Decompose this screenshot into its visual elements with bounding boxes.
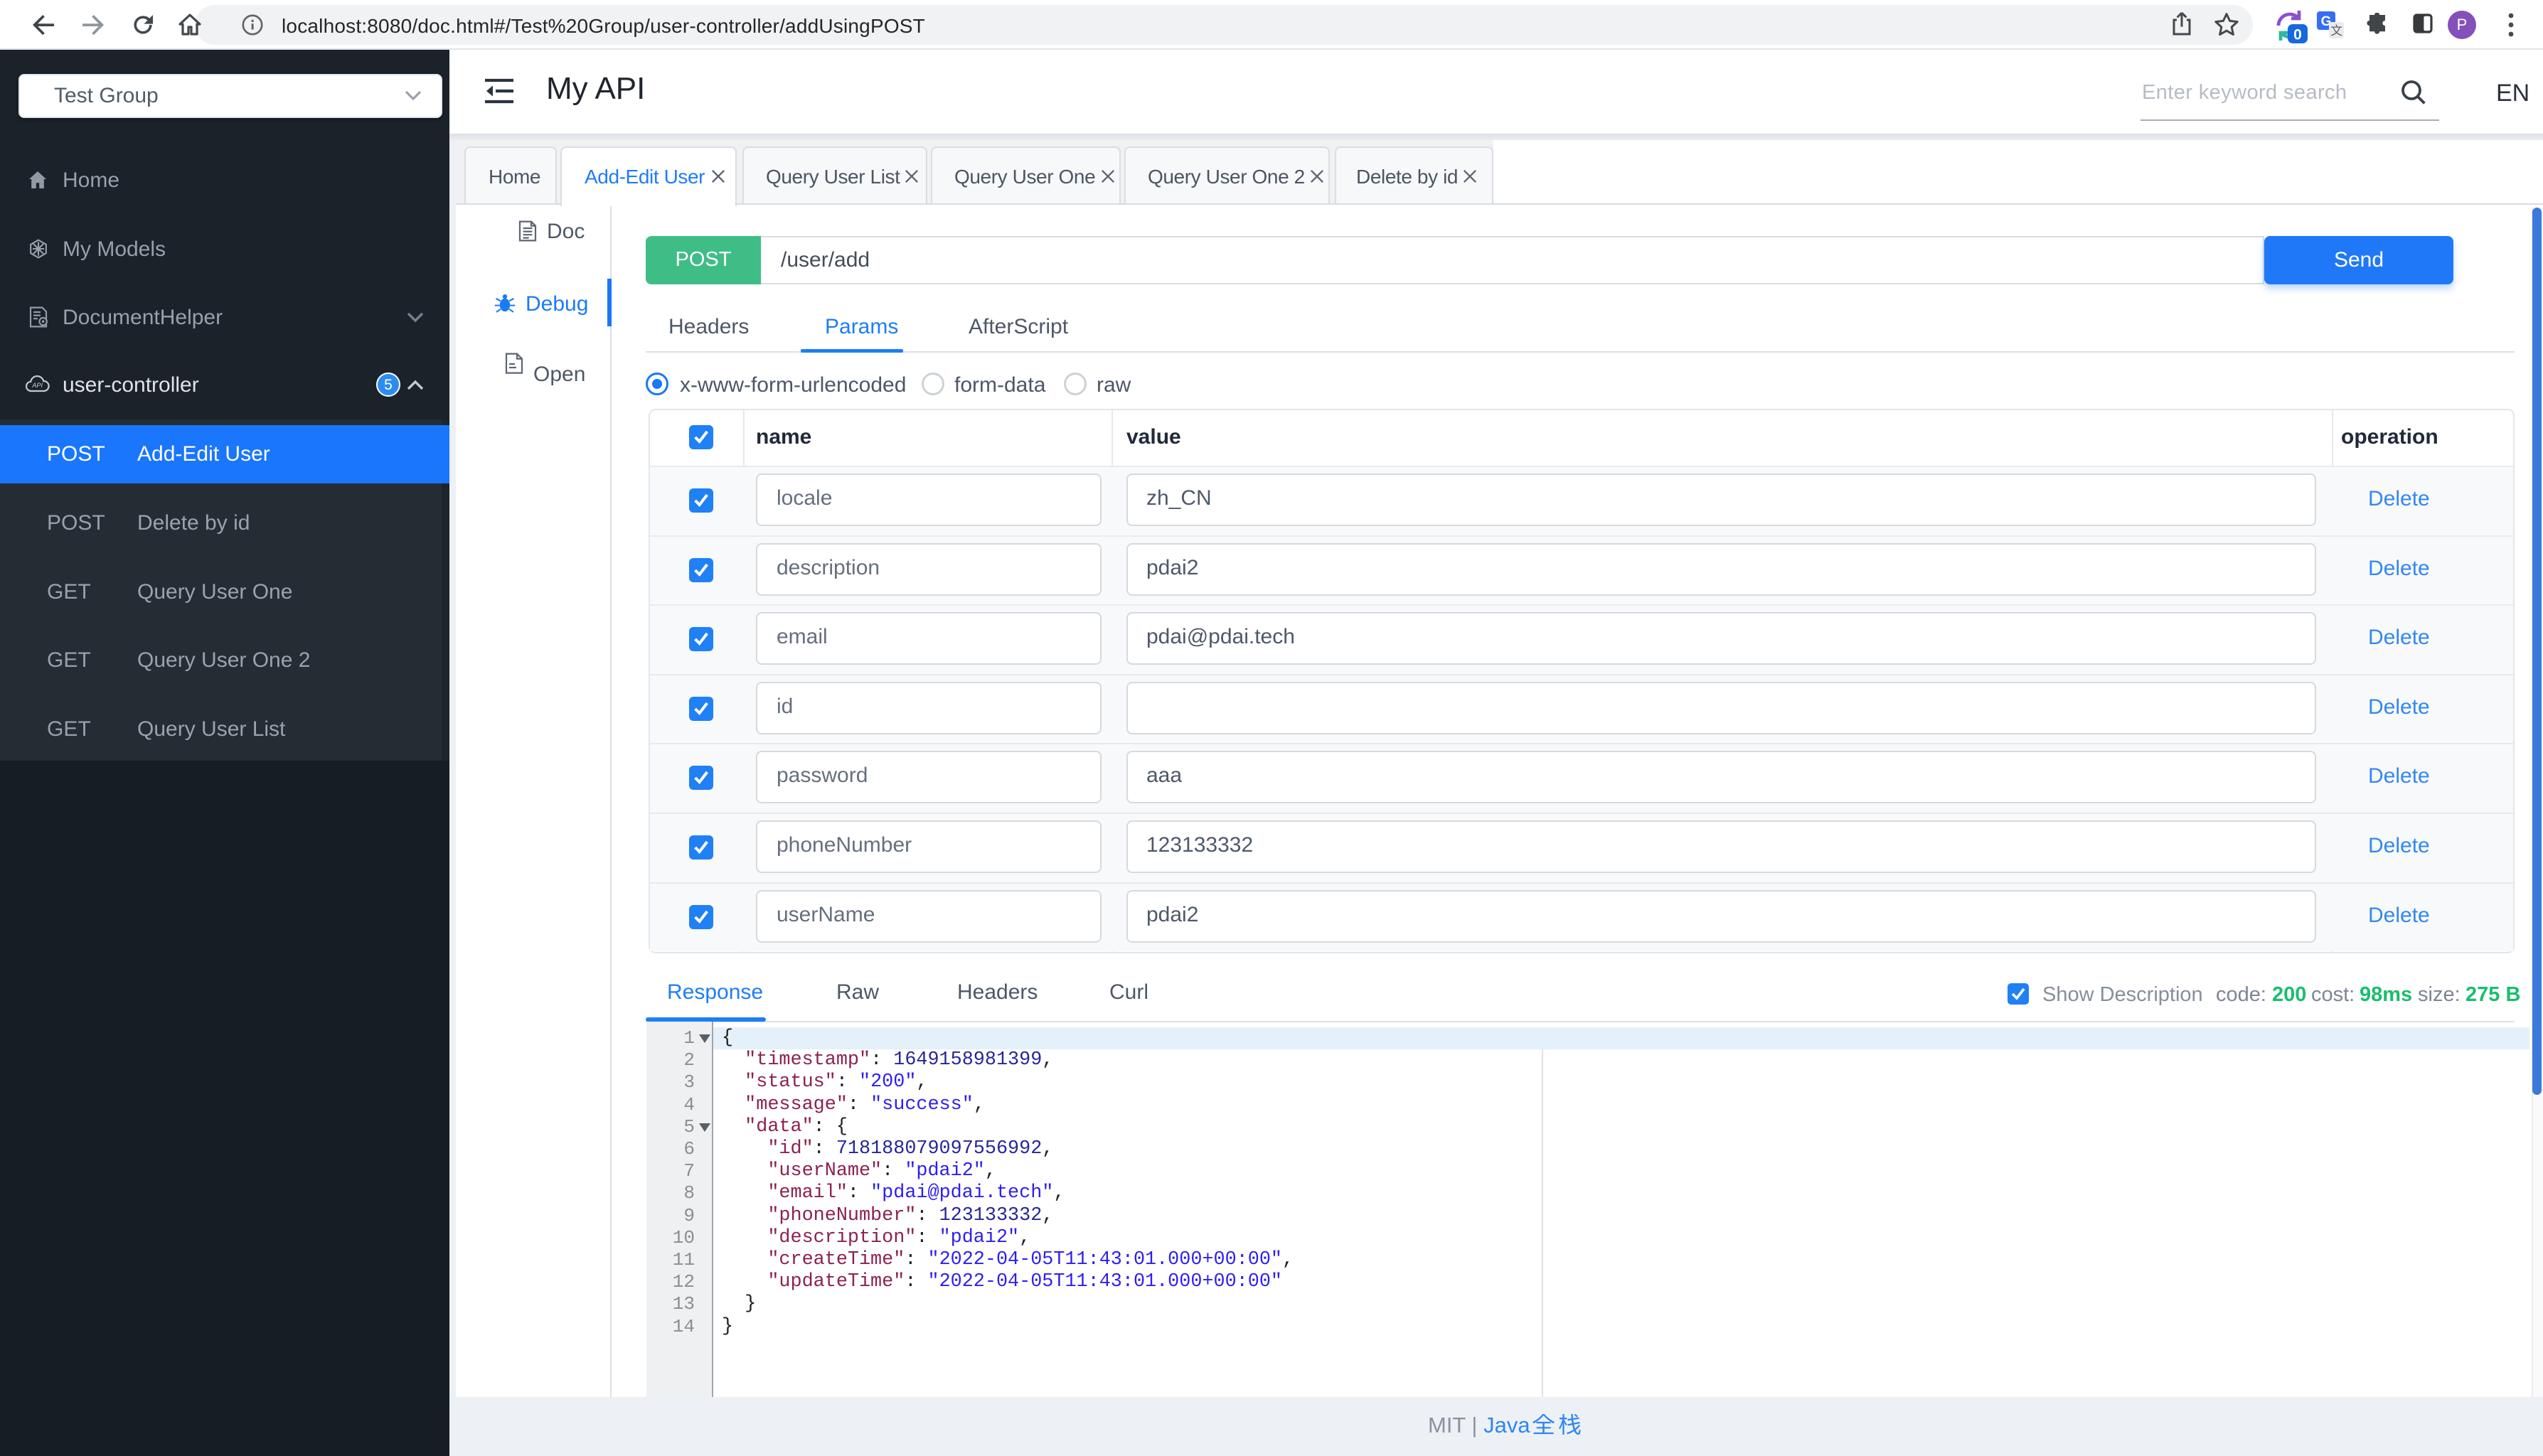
svg-text:API: API	[31, 382, 43, 389]
svg-text:文: 文	[2330, 24, 2342, 38]
svg-text:0: 0	[2293, 27, 2302, 43]
